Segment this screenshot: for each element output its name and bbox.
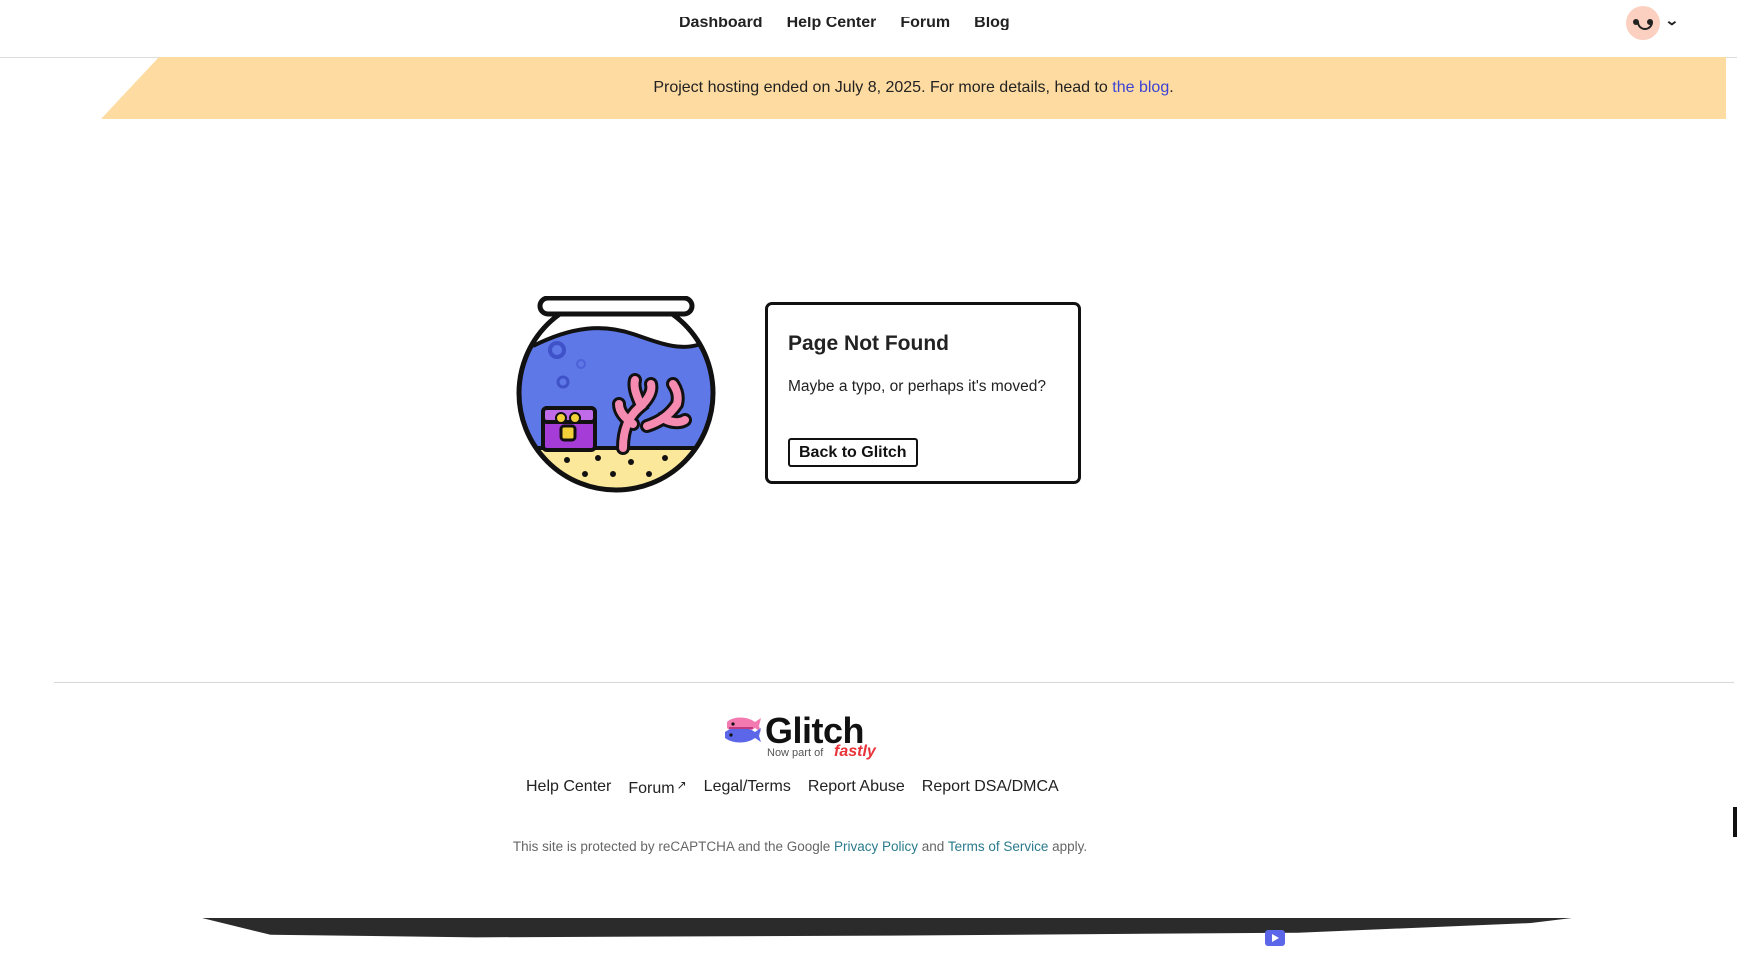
- blog-link[interactable]: the blog: [1112, 79, 1169, 96]
- nav-forum[interactable]: Forum: [900, 17, 950, 31]
- banner-message: Project hosting ended on July 8, 2025. F…: [653, 79, 1113, 96]
- recaptcha-notice: This site is protected by reCAPTCHA and …: [0, 839, 1600, 854]
- nav-blog[interactable]: Blog: [974, 17, 1010, 31]
- back-to-glitch-button[interactable]: Back to Glitch: [788, 438, 918, 467]
- footer-link-legal[interactable]: Legal/Terms: [704, 778, 791, 798]
- recaptcha-prefix: This site is protected by reCAPTCHA and …: [512, 839, 834, 854]
- footer-divider: [54, 682, 1734, 683]
- footer-link-forum[interactable]: Forum ↗: [628, 778, 686, 798]
- nav-help-center-label: Help Center: [786, 17, 877, 30]
- privacy-policy-link[interactable]: Privacy Policy: [834, 839, 918, 854]
- avatar-mouth: [1637, 22, 1653, 30]
- nav-dashboard-label: Dashboard: [679, 17, 763, 30]
- avatar-icon[interactable]: [1626, 6, 1660, 40]
- fishbowl-illustration: [516, 296, 716, 493]
- footer-link-help-center[interactable]: Help Center: [526, 778, 611, 798]
- chevron-down-icon[interactable]: ⌄: [1664, 12, 1679, 29]
- banner-period: .: [1169, 79, 1174, 96]
- recaptcha-suffix: apply.: [1048, 839, 1088, 854]
- footer-link-report-abuse[interactable]: Report Abuse: [808, 778, 905, 798]
- glitch-logo[interactable]: Glitch Now part of fastly: [723, 710, 883, 768]
- terms-of-service-link[interactable]: Terms of Service: [948, 839, 1049, 854]
- top-nav: Dashboard Help Center Forum Blog ⌄: [0, 0, 1737, 58]
- not-found-card: Page Not Found Maybe a typo, or perhaps …: [765, 302, 1081, 484]
- brand-subtitle: Now part of: [767, 747, 824, 759]
- page-title: Page Not Found: [788, 332, 949, 355]
- taskbar-media-item[interactable]: Filhotes de texugo ex...: [1265, 930, 1440, 946]
- taskbar-media-label: Filhotes de texugo ex...: [1295, 930, 1440, 946]
- footer-link-forum-label: Forum: [628, 780, 675, 797]
- banner-text: Project hosting ended on July 8, 2025. F…: [101, 79, 1726, 97]
- recaptcha-and: and: [918, 839, 948, 854]
- external-link-icon: ↗: [676, 778, 687, 792]
- glitch-fish-logo: [725, 717, 761, 743]
- video-icon: [1265, 930, 1285, 946]
- error-message: Maybe a typo, or perhaps it's moved?: [788, 378, 1046, 395]
- footer-links: Help Center Forum ↗ Legal/Terms Report Ab…: [526, 778, 1059, 798]
- footer-link-report-dsa[interactable]: Report DSA/DMCA: [922, 778, 1059, 798]
- nav-forum-label: Forum: [900, 17, 951, 30]
- nav-dashboard[interactable]: Dashboard: [679, 17, 763, 31]
- announcement-banner: Project hosting ended on July 8, 2025. F…: [101, 57, 1726, 119]
- nav-links: Dashboard Help Center Forum Blog: [679, 17, 1010, 31]
- fastly-wordmark: fastly: [834, 743, 876, 760]
- nav-help-center[interactable]: Help Center: [787, 17, 877, 31]
- text-cursor: [1733, 807, 1737, 837]
- nav-blog-label: Blog: [974, 17, 1010, 30]
